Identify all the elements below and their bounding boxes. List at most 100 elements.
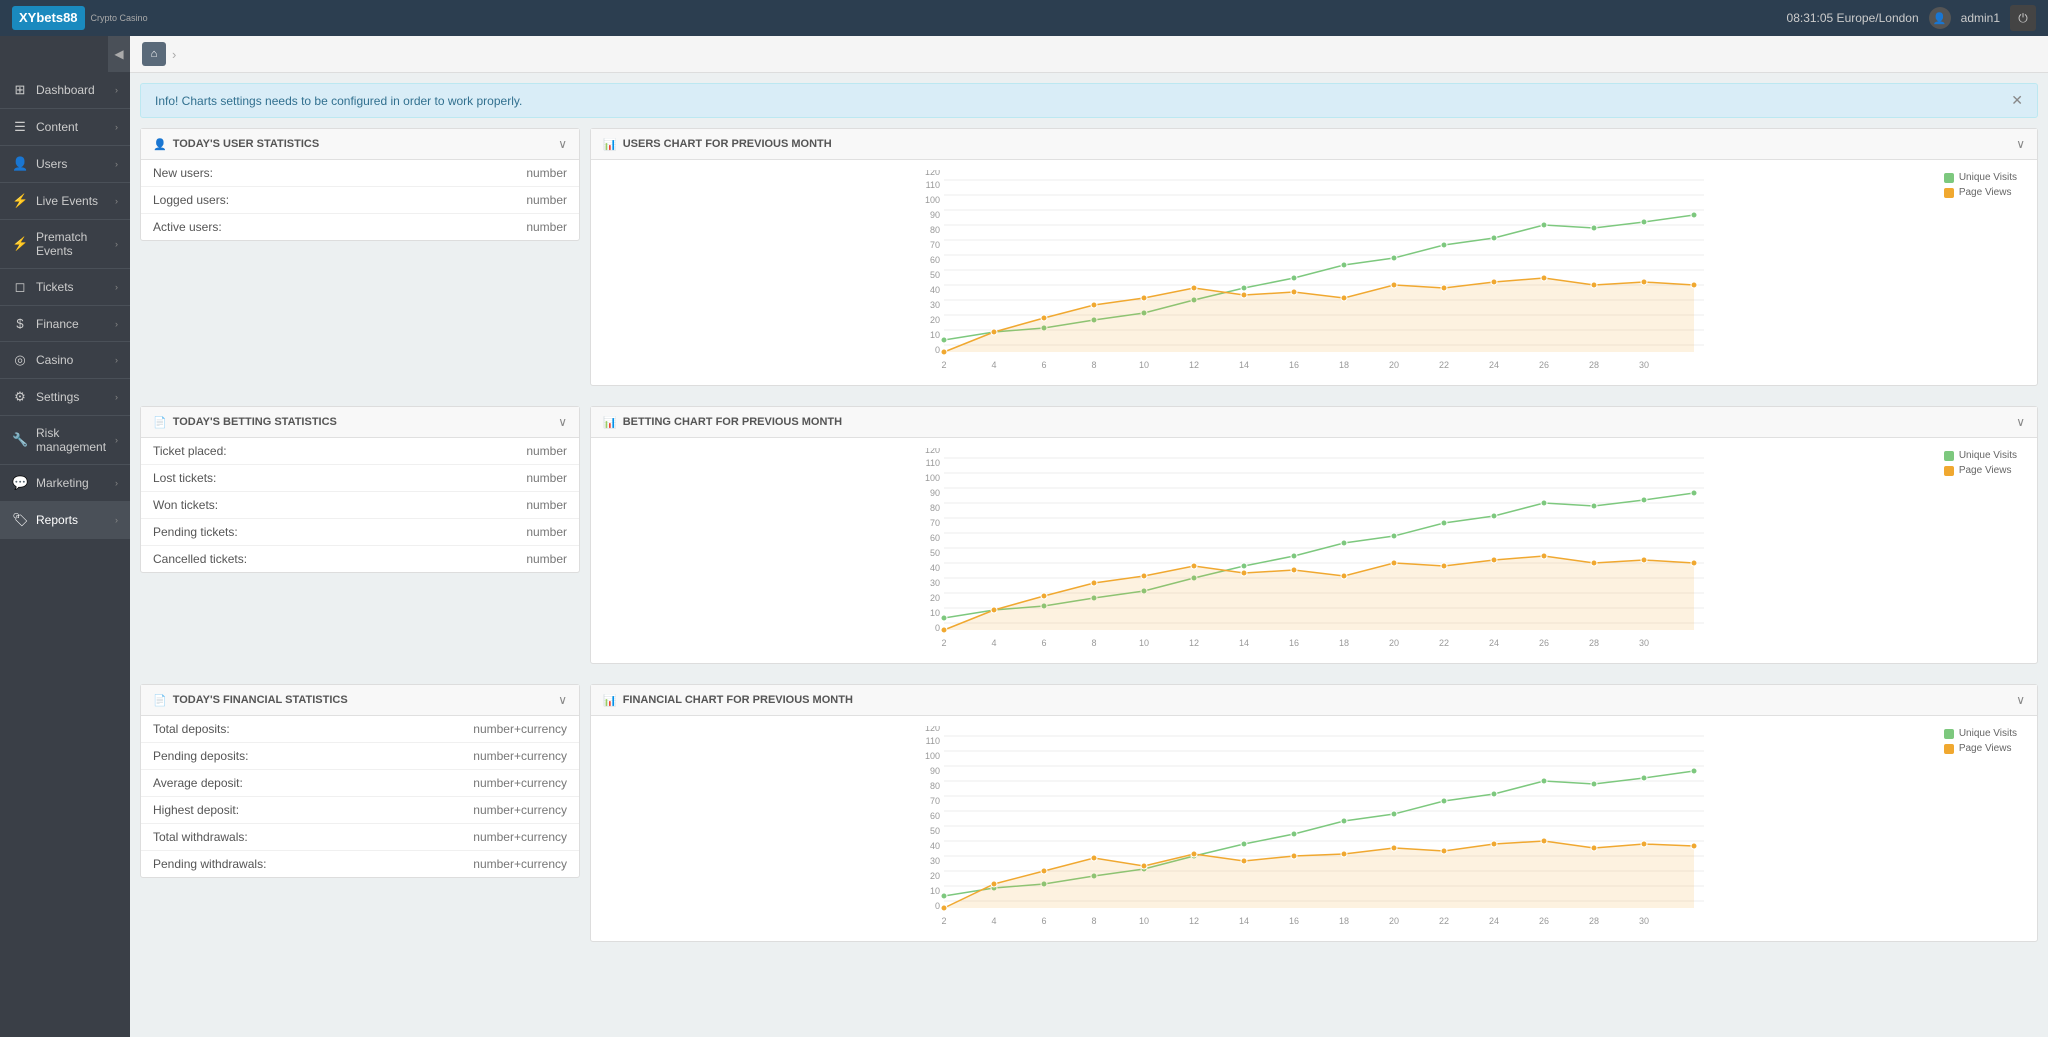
users-chart-svg: 0 10 20 30 40 50 60 70 80 90 100 bbox=[601, 170, 2027, 370]
svg-text:16: 16 bbox=[1289, 360, 1299, 370]
sidebar-toggle-button[interactable]: ◀ bbox=[108, 36, 130, 72]
sidebar-item-users[interactable]: 👤 Users › bbox=[0, 146, 130, 183]
row-1: 👤 TODAY'S USER STATISTICS ∨ New users: n… bbox=[140, 128, 2038, 396]
home-breadcrumb-button[interactable]: ⌂ bbox=[142, 42, 166, 66]
user-stats-header: 👤 TODAY'S USER STATISTICS ∨ bbox=[141, 129, 579, 160]
row-2: 📄 TODAY'S BETTING STATISTICS ∨ Ticket pl… bbox=[140, 406, 2038, 674]
svg-text:14: 14 bbox=[1239, 638, 1249, 648]
content-icon: ☰ bbox=[12, 119, 28, 135]
financial-chart-panel: 📊 FINANCIAL CHART FOR PREVIOUS MONTH ∨ U… bbox=[590, 684, 2038, 952]
stat-label: Highest deposit: bbox=[153, 803, 239, 817]
svg-text:10: 10 bbox=[930, 886, 940, 896]
reports-icon: 🏷 bbox=[12, 512, 28, 528]
financial-chart-body: Unique Visits Page Views bbox=[591, 716, 2037, 941]
svg-text:80: 80 bbox=[930, 503, 940, 513]
stat-row-total-withdrawals: Total withdrawals: number+currency bbox=[141, 824, 579, 851]
info-banner: Info! Charts settings needs to be config… bbox=[140, 83, 2038, 118]
legend-label: Unique Visits bbox=[1959, 450, 2017, 461]
svg-text:24: 24 bbox=[1489, 638, 1499, 648]
sidebar-item-settings[interactable]: ⚙ Settings › bbox=[0, 379, 130, 416]
svg-text:20: 20 bbox=[930, 315, 940, 325]
svg-text:10: 10 bbox=[1139, 638, 1149, 648]
sidebar-item-reports[interactable]: 🏷 Reports › bbox=[0, 502, 130, 539]
chevron-right-icon: › bbox=[115, 282, 118, 292]
legend-dot-orange bbox=[1944, 466, 1954, 476]
svg-text:80: 80 bbox=[930, 225, 940, 235]
logo-sub: Crypto Casino bbox=[91, 13, 148, 23]
svg-text:30: 30 bbox=[930, 300, 940, 310]
users-chart-legend: Unique Visits Page Views bbox=[1944, 172, 2017, 198]
dashboard-icon: ⊞ bbox=[12, 82, 28, 98]
svg-text:2: 2 bbox=[941, 638, 946, 648]
stat-value: number+currency bbox=[473, 722, 567, 736]
sidebar-item-casino[interactable]: ◎ Casino › bbox=[0, 342, 130, 379]
sidebar-item-label: Risk management bbox=[36, 426, 115, 454]
sidebar-item-prematch-events[interactable]: ⚡ Prematch Events › bbox=[0, 220, 130, 269]
casino-icon: ◎ bbox=[12, 352, 28, 368]
betting-stats-card: 📄 TODAY'S BETTING STATISTICS ∨ Ticket pl… bbox=[140, 406, 580, 573]
stat-label: Ticket placed: bbox=[153, 444, 227, 458]
stat-row-average-deposit: Average deposit: number+currency bbox=[141, 770, 579, 797]
svg-text:4: 4 bbox=[991, 638, 996, 648]
chevron-right-icon: › bbox=[115, 85, 118, 95]
sidebar-item-finance[interactable]: $ Finance › bbox=[0, 306, 130, 342]
stat-value: number bbox=[526, 552, 567, 566]
svg-text:10: 10 bbox=[1139, 916, 1149, 926]
sidebar-item-label: Settings bbox=[36, 390, 79, 404]
svg-text:30: 30 bbox=[1639, 360, 1649, 370]
financial-stats-icon: 📄 bbox=[153, 694, 167, 707]
chevron-right-icon: › bbox=[115, 196, 118, 206]
sidebar-item-label: Marketing bbox=[36, 476, 89, 490]
svg-text:2: 2 bbox=[941, 916, 946, 926]
sidebar-item-tickets[interactable]: ◻ Tickets › bbox=[0, 269, 130, 306]
user-stats-collapse-button[interactable]: ∨ bbox=[558, 137, 567, 151]
financial-stats-collapse-button[interactable]: ∨ bbox=[558, 693, 567, 707]
settings-icon: ⚙ bbox=[12, 389, 28, 405]
svg-text:30: 30 bbox=[1639, 916, 1649, 926]
svg-text:80: 80 bbox=[930, 781, 940, 791]
svg-text:26: 26 bbox=[1539, 916, 1549, 926]
users-chart-collapse-button[interactable]: ∨ bbox=[2016, 137, 2025, 151]
svg-text:60: 60 bbox=[930, 811, 940, 821]
svg-text:100: 100 bbox=[925, 473, 940, 483]
topbar-right: 08:31:05 Europe/London 👤 admin1 ⏻ bbox=[1787, 5, 2036, 31]
legend-dot-green bbox=[1944, 451, 1954, 461]
svg-text:20: 20 bbox=[1389, 638, 1399, 648]
sidebar-item-label: Prematch Events bbox=[36, 230, 115, 258]
svg-text:90: 90 bbox=[930, 766, 940, 776]
chevron-right-icon: › bbox=[115, 515, 118, 525]
stat-row-new-users: New users: number bbox=[141, 160, 579, 187]
chevron-right-icon: › bbox=[115, 435, 118, 445]
svg-text:22: 22 bbox=[1439, 638, 1449, 648]
svg-text:16: 16 bbox=[1289, 916, 1299, 926]
legend-dot-orange bbox=[1944, 188, 1954, 198]
svg-text:60: 60 bbox=[930, 533, 940, 543]
svg-text:20: 20 bbox=[1389, 916, 1399, 926]
betting-chart-panel: 📊 BETTING CHART FOR PREVIOUS MONTH ∨ Uni… bbox=[590, 406, 2038, 674]
betting-chart-collapse-button[interactable]: ∨ bbox=[2016, 415, 2025, 429]
betting-stats-collapse-button[interactable]: ∨ bbox=[558, 415, 567, 429]
sidebar-item-live-events[interactable]: ⚡ Live Events › bbox=[0, 183, 130, 220]
legend-page-views: Page Views bbox=[1944, 465, 2017, 476]
svg-text:28: 28 bbox=[1589, 638, 1599, 648]
svg-text:20: 20 bbox=[930, 871, 940, 881]
financial-chart-collapse-button[interactable]: ∨ bbox=[2016, 693, 2025, 707]
stat-label: Lost tickets: bbox=[153, 471, 216, 485]
users-icon: 👤 bbox=[12, 156, 28, 172]
chart-icon: 📊 bbox=[603, 138, 617, 151]
info-banner-close-button[interactable]: ✕ bbox=[2011, 92, 2023, 109]
sidebar-item-risk-management[interactable]: 🔧 Risk management › bbox=[0, 416, 130, 465]
svg-text:28: 28 bbox=[1589, 360, 1599, 370]
svg-text:22: 22 bbox=[1439, 916, 1449, 926]
svg-text:8: 8 bbox=[1091, 638, 1096, 648]
sidebar-item-dashboard[interactable]: ⊞ Dashboard › bbox=[0, 72, 130, 109]
legend-label: Unique Visits bbox=[1959, 172, 2017, 183]
stat-value: number bbox=[526, 193, 567, 207]
legend-label: Unique Visits bbox=[1959, 728, 2017, 739]
topbar-power-button[interactable]: ⏻ bbox=[2010, 5, 2036, 31]
sidebar-item-marketing[interactable]: 💬 Marketing › bbox=[0, 465, 130, 502]
sidebar-item-content[interactable]: ☰ Content › bbox=[0, 109, 130, 146]
stat-label: Average deposit: bbox=[153, 776, 243, 790]
svg-text:18: 18 bbox=[1339, 360, 1349, 370]
chevron-right-icon: › bbox=[115, 239, 118, 249]
